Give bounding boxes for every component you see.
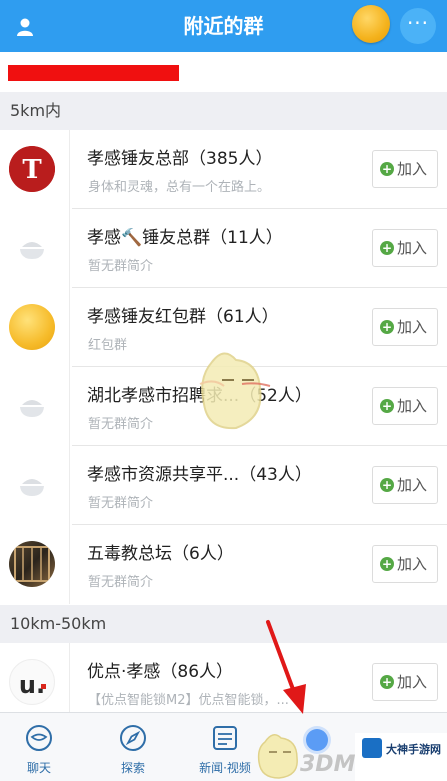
compass-icon — [118, 723, 148, 753]
row-separator — [69, 367, 70, 446]
group-description: 暂无群简介 — [88, 575, 154, 590]
join-button[interactable]: + 加入 — [372, 545, 438, 583]
tab-label: 探索 — [120, 761, 145, 775]
group-row[interactable]: T 孝感锤友总部（385人） 身体和灵魂，总有一个在路上。 + 加入 — [0, 130, 447, 209]
group-description: 暂无群简介 — [88, 496, 154, 511]
join-button[interactable]: + 加入 — [372, 229, 438, 267]
group-avatar-placeholder — [9, 225, 55, 271]
watermark-dashen-text: 大神手游网 — [386, 743, 441, 756]
join-button[interactable]: + 加入 — [372, 308, 438, 346]
redacted-banner — [0, 52, 447, 92]
plus-icon: + — [380, 675, 394, 689]
tab-news-video[interactable]: 新闻·视频 — [186, 713, 264, 781]
gold-coin-icon[interactable] — [352, 5, 390, 43]
group-description: 身体和灵魂，总有一个在路上。 — [88, 180, 271, 195]
group-avatar-coin — [9, 304, 55, 350]
plus-icon: + — [380, 399, 394, 413]
group-description: 【优点智能锁M2】优点智能锁，... — [88, 693, 289, 708]
cube-logo-icon — [362, 738, 382, 758]
group-avatar-photo — [9, 541, 55, 587]
row-separator — [69, 209, 70, 288]
section-header-10-50km: 10km-50km — [0, 605, 447, 643]
join-button[interactable]: + 加入 — [372, 387, 438, 425]
plus-icon: + — [380, 478, 394, 492]
plus-icon: + — [380, 320, 394, 334]
row-separator — [69, 288, 70, 367]
join-button[interactable]: + 加入 — [372, 150, 438, 188]
tab-notification-dot[interactable] — [306, 729, 328, 751]
tab-label: 新闻·视频 — [199, 761, 251, 775]
redaction-bar — [8, 65, 179, 81]
row-separator — [69, 446, 70, 525]
group-name: 孝感锤友红包群（61人） — [87, 307, 279, 327]
plus-icon: + — [380, 241, 394, 255]
group-avatar-logo: u. — [9, 659, 55, 705]
group-description: 暂无群简介 — [88, 259, 154, 274]
avatar-letter: T — [22, 155, 42, 185]
group-description: 红包群 — [88, 338, 128, 353]
more-menu-button[interactable]: ··· — [400, 8, 436, 44]
join-label: 加入 — [397, 239, 428, 257]
row-separator — [69, 525, 70, 604]
mascot-watermark-center — [199, 352, 271, 430]
join-button[interactable]: + 加入 — [372, 466, 438, 504]
mascot-watermark-bottom — [257, 734, 298, 779]
tab-explore[interactable]: 探索 — [94, 713, 172, 781]
join-label: 加入 — [397, 673, 428, 691]
group-name: 优点·孝感（86人） — [87, 662, 234, 682]
watermark-3dm: 3DM — [300, 752, 356, 777]
tab-chat[interactable]: 聊天 — [0, 713, 78, 781]
join-button[interactable]: + 加入 — [372, 663, 438, 701]
plus-icon: + — [380, 557, 394, 571]
row-separator — [69, 130, 70, 209]
join-label: 加入 — [397, 555, 428, 573]
group-avatar-placeholder — [9, 383, 55, 429]
group-row[interactable]: u. 优点·孝感（86人） 【优点智能锁M2】优点智能锁，... + 加入 — [0, 643, 447, 722]
join-label: 加入 — [397, 476, 428, 494]
watermark-dashen-logo: 大神手游网 — [355, 733, 447, 781]
join-label: 加入 — [397, 397, 428, 415]
top-bar: 附近的群 ··· — [0, 0, 447, 52]
join-label: 加入 — [397, 160, 428, 178]
group-row[interactable]: 孝感市资源共享平...（43人） 暂无群简介 + 加入 — [0, 446, 447, 525]
chat-bubble-icon — [24, 723, 54, 753]
group-name: 孝感🔨锤友总群（11人） — [87, 228, 283, 248]
news-icon — [210, 723, 240, 753]
group-description: 暂无群简介 — [88, 417, 154, 432]
join-label: 加入 — [397, 318, 428, 336]
group-avatar: T — [9, 146, 55, 192]
group-name: 孝感锤友总部（385人） — [87, 149, 273, 169]
group-avatar-placeholder — [9, 462, 55, 508]
group-name: 五毒教总坛（6人） — [87, 544, 234, 564]
group-row[interactable]: 孝感🔨锤友总群（11人） 暂无群简介 + 加入 — [0, 209, 447, 288]
group-name: 孝感市资源共享平...（43人） — [87, 465, 312, 485]
row-separator — [69, 643, 70, 722]
section-header-5km: 5km内 — [0, 92, 447, 130]
plus-icon: + — [380, 162, 394, 176]
group-row[interactable]: 五毒教总坛（6人） 暂无群简介 + 加入 — [0, 525, 447, 604]
tab-label: 聊天 — [26, 761, 51, 775]
